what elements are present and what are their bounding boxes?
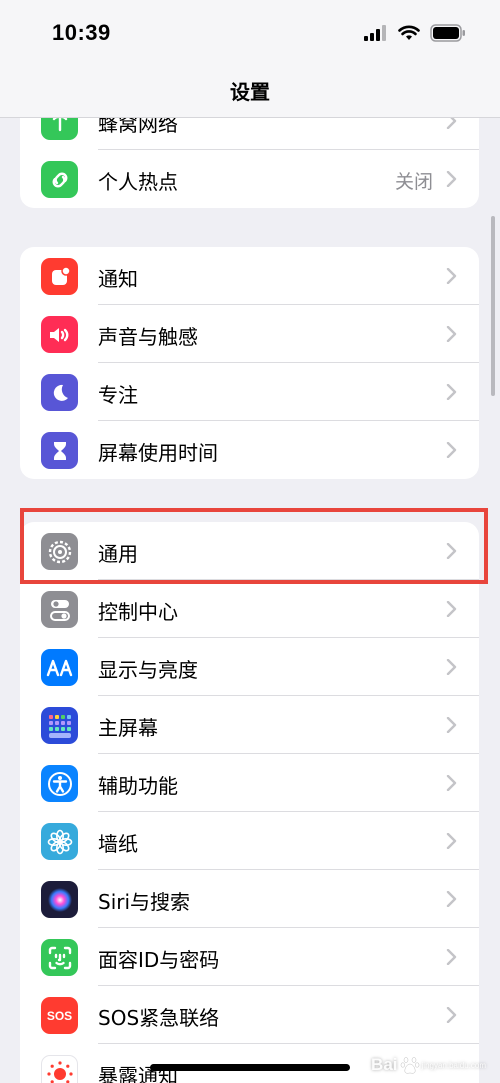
settings-group-general: 通用 控制中心 显示与亮度 主屏幕 辅助功能 墙纸 Siri与搜索 面容ID与密… (20, 522, 479, 1083)
chevron-right-icon (446, 833, 457, 849)
settings-row-home-screen[interactable]: 主屏幕 (20, 696, 479, 754)
settings-row-label: 面容ID与密码 (98, 948, 220, 972)
settings-row-wallpaper[interactable]: 墙纸 (20, 812, 479, 870)
settings-row-siri[interactable]: Siri与搜索 (20, 870, 479, 928)
scroll-indicator (491, 216, 495, 396)
hotspot-icon (41, 161, 78, 198)
chevron-right-icon (446, 268, 457, 284)
notifications-icon (41, 258, 78, 295)
settings-row-label: 主屏幕 (98, 716, 158, 740)
settings-row-label: 控制中心 (98, 600, 178, 624)
chevron-right-icon (446, 171, 457, 187)
sos-icon: SOS (41, 997, 78, 1034)
settings-row-general[interactable]: 通用 (20, 522, 479, 580)
paw-logo-icon (400, 1057, 419, 1074)
gear-icon (41, 533, 78, 570)
navigation-bar: 设置 (0, 60, 500, 118)
toggles-icon (41, 591, 78, 628)
settings-row-label: 声音与触感 (98, 325, 198, 349)
chevron-right-icon (446, 775, 457, 791)
watermark-text: Bai (371, 1055, 398, 1074)
chevron-right-icon (446, 891, 457, 907)
settings-row-focus[interactable]: 专注 (20, 363, 479, 421)
chevron-right-icon (446, 717, 457, 733)
chevron-right-icon (446, 543, 457, 559)
settings-row-hotspot[interactable]: 个人热点 关闭 (20, 150, 479, 208)
focus-moon-icon (41, 374, 78, 411)
watermark-subtext: jingyan.baidu.com (421, 1060, 486, 1070)
settings-row-label: 显示与亮度 (98, 658, 198, 682)
chevron-right-icon (446, 601, 457, 617)
hotspot-status-value: 关闭 (394, 171, 433, 193)
exposure-icon (41, 1055, 78, 1083)
settings-row-label: SOS紧急联络 (98, 1006, 220, 1030)
chevron-right-icon (446, 326, 457, 342)
settings-list[interactable]: 蜂窝网络 个人热点 关闭 通知 声音与触感 专注 屏幕使用时间 通用 控制中心 … (0, 0, 500, 1083)
chevron-right-icon (446, 1007, 457, 1023)
chevron-right-icon (446, 659, 457, 675)
wallpaper-flower-icon (41, 823, 78, 860)
chevron-right-icon (446, 949, 457, 965)
settings-row-screen-time[interactable]: 屏幕使用时间 (20, 421, 479, 479)
accessibility-icon (41, 765, 78, 802)
settings-group-notifications: 通知 声音与触感 专注 屏幕使用时间 (20, 247, 479, 479)
settings-row-label: 屏幕使用时间 (98, 441, 218, 465)
settings-row-label: Siri与搜索 (98, 890, 191, 914)
cellular-signal-icon (364, 25, 386, 41)
settings-row-label: 专注 (98, 383, 138, 407)
status-time: 10:39 (52, 20, 111, 45)
settings-row-display[interactable]: 显示与亮度 (20, 638, 479, 696)
settings-row-label: 通用 (98, 542, 138, 566)
settings-row-label: 通知 (98, 267, 138, 291)
face-id-icon (41, 939, 78, 976)
settings-row-emergency-sos[interactable]: SOS SOS紧急联络 (20, 986, 479, 1044)
home-screen-grid-icon (41, 707, 78, 744)
display-aa-icon (41, 649, 78, 686)
sos-icon-text: SOS (46, 1008, 73, 1023)
sounds-icon (41, 316, 78, 353)
chevron-right-icon (446, 384, 457, 400)
settings-row-accessibility[interactable]: 辅助功能 (20, 754, 479, 812)
settings-row-label: 辅助功能 (98, 774, 178, 798)
battery-icon (430, 24, 465, 42)
status-icons (364, 24, 466, 42)
chevron-right-icon (446, 442, 457, 458)
settings-row-label: 墙纸 (98, 832, 138, 856)
hourglass-icon (41, 432, 78, 469)
settings-row-label: 个人热点 (98, 170, 178, 194)
siri-icon (41, 881, 78, 918)
baidu-watermark: Bai jingyan.baidu.com (371, 1055, 486, 1075)
page-title: 设置 (230, 80, 270, 104)
home-indicator[interactable] (150, 1064, 350, 1071)
settings-row-notifications[interactable]: 通知 (20, 247, 479, 305)
settings-row-sounds[interactable]: 声音与触感 (20, 305, 479, 363)
settings-row-face-id[interactable]: 面容ID与密码 (20, 928, 479, 986)
settings-row-control-center[interactable]: 控制中心 (20, 580, 479, 638)
wifi-icon (398, 25, 420, 40)
